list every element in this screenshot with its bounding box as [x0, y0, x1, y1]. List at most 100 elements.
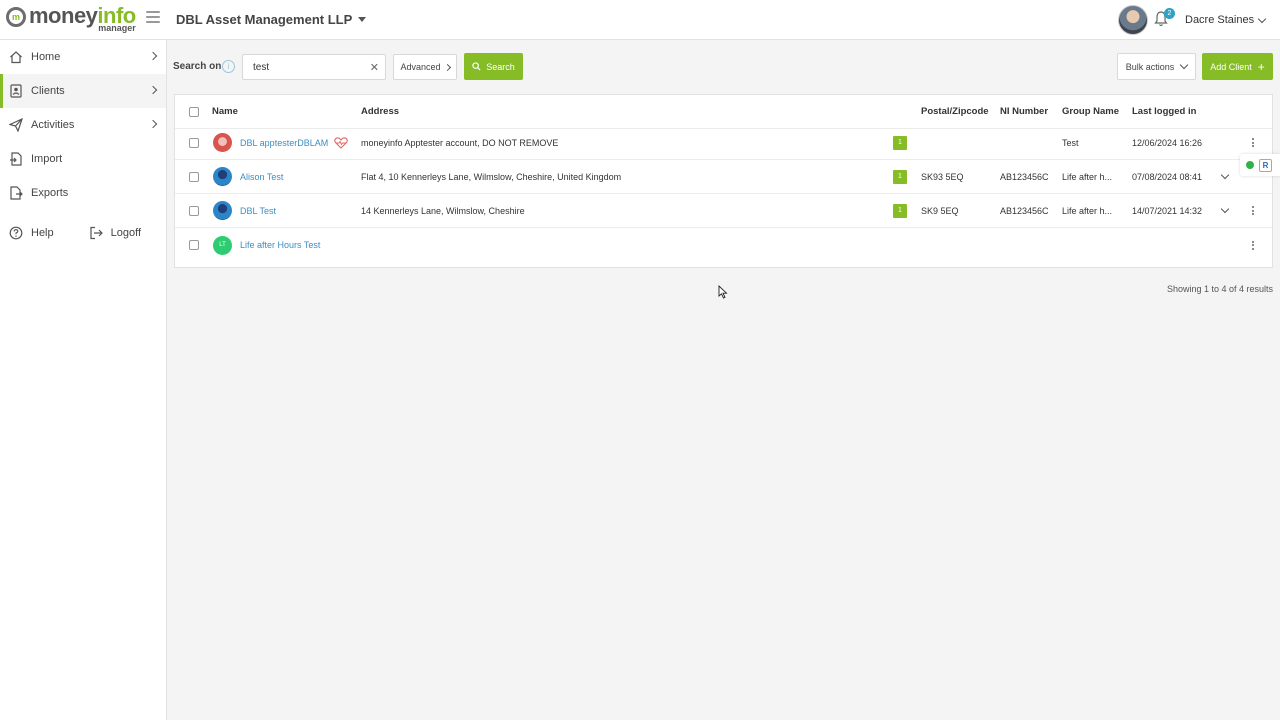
moneyinfo-logo[interactable]: m moneyinfo manager — [6, 5, 136, 35]
client-last-login: 14/07/2021 14:32 — [1132, 205, 1203, 216]
clients-table: Name Address Postal/Zipcode NI Number Gr… — [174, 94, 1273, 268]
client-address: 14 Kennerleys Lane, Wilmslow, Cheshire — [361, 205, 525, 216]
header-address[interactable]: Address — [361, 95, 399, 128]
status-dot-icon — [1246, 161, 1254, 169]
search-input[interactable] — [243, 55, 363, 79]
user-avatar[interactable] — [1118, 5, 1148, 35]
bulk-actions-button[interactable]: Bulk actions — [1117, 53, 1196, 80]
logoff-label: Logoff — [110, 227, 142, 239]
chevron-right-icon — [148, 85, 158, 95]
table-row[interactable]: DBL Test 14 Kennerleys Lane, Wilmslow, C… — [175, 194, 1272, 228]
client-ni-number: AB123456C — [1000, 205, 1049, 216]
logo-text-main: money — [29, 3, 98, 28]
client-initials-avatar: LT — [213, 235, 232, 255]
sidebar-item-exports[interactable]: Exports — [0, 176, 166, 210]
row-checkbox[interactable] — [189, 240, 199, 250]
search-button[interactable]: Search — [464, 53, 523, 80]
row-checkbox[interactable] — [189, 137, 199, 148]
floating-widget[interactable]: R — [1240, 154, 1280, 176]
clear-icon[interactable]: ✕ — [370, 61, 379, 74]
logoff-link[interactable]: Logoff — [80, 216, 141, 250]
row-menu-icon[interactable] — [1252, 206, 1254, 215]
count-badge[interactable]: 1 — [893, 169, 907, 184]
chevron-down-icon — [1180, 60, 1189, 70]
logo-subtitle: manager — [98, 23, 136, 33]
widget-r-icon[interactable]: R — [1259, 158, 1272, 172]
header-last-logged-in[interactable]: Last logged in — [1132, 95, 1196, 128]
search-button-label: Search — [486, 61, 515, 72]
mouse-cursor-icon — [718, 285, 728, 299]
sidebar-item-home[interactable]: Home — [0, 40, 166, 74]
plus-icon: + — [1257, 59, 1265, 74]
table-row[interactable]: LT Life after Hours Test — [175, 228, 1272, 262]
sidebar-item-clients[interactable]: Clients — [0, 74, 166, 108]
client-ni-number: AB123456C — [1000, 171, 1049, 182]
help-link[interactable]: Help — [0, 216, 54, 250]
paper-plane-icon — [8, 117, 24, 133]
results-count: Showing 1 to 4 of 4 results — [1166, 284, 1273, 294]
sidebar-item-import[interactable]: Import — [0, 142, 166, 176]
sidebar-item-label: Import — [31, 153, 63, 165]
bulk-actions-label: Bulk actions — [1125, 61, 1175, 72]
row-menu-icon[interactable] — [1252, 138, 1254, 147]
row-checkbox[interactable] — [189, 171, 199, 182]
search-field: ✕ — [242, 54, 386, 80]
count-badge[interactable]: 1 — [893, 135, 907, 150]
organisation-name: DBL Asset Management LLP — [176, 12, 353, 27]
export-icon — [8, 185, 24, 201]
expand-row-icon[interactable] — [1220, 170, 1230, 180]
header-postcode[interactable]: Postal/Zipcode — [921, 95, 989, 128]
sidebar-item-label: Exports — [31, 187, 69, 199]
table-row[interactable]: Alison Test Flat 4, 10 Kennerleys Lane, … — [175, 160, 1272, 194]
advanced-button[interactable]: Advanced — [393, 54, 457, 80]
client-group: Test — [1062, 137, 1079, 148]
sidebar: Home Clients Activities Import Exports H… — [0, 40, 167, 720]
client-name-link[interactable]: DBL Test — [240, 206, 276, 216]
row-checkbox[interactable] — [189, 205, 199, 216]
advanced-label: Advanced — [400, 62, 441, 72]
heart-pulse-icon — [334, 136, 349, 149]
select-all-checkbox[interactable] — [189, 106, 199, 117]
row-menu-icon[interactable] — [1252, 240, 1254, 250]
client-postcode: SK9 5EQ — [921, 205, 959, 216]
top-bar: m moneyinfo manager DBL Asset Management… — [0, 0, 1280, 40]
add-client-button[interactable]: Add Client + — [1202, 53, 1273, 80]
client-address: moneyinfo Apptester account, DO NOT REMO… — [361, 137, 559, 148]
client-name-link[interactable]: DBL apptesterDBLAM — [240, 138, 328, 148]
count-badge[interactable]: 1 — [893, 203, 907, 218]
user-name: Dacre Staines — [1185, 14, 1255, 26]
client-name-link[interactable]: Life after Hours Test — [240, 240, 320, 250]
chevron-down-icon — [1257, 14, 1267, 23]
table-row[interactable]: DBL apptesterDBLAM moneyinfo Apptester a… — [175, 126, 1272, 160]
client-avatar — [213, 167, 232, 186]
search-icon — [472, 62, 481, 71]
user-menu[interactable]: Dacre Staines — [1185, 14, 1267, 26]
chevron-right-icon — [443, 63, 451, 71]
client-group: Life after h... — [1062, 171, 1113, 182]
sidebar-item-activities[interactable]: Activities — [0, 108, 166, 142]
organisation-selector[interactable]: DBL Asset Management LLP — [176, 12, 367, 27]
expand-row-icon[interactable] — [1220, 204, 1230, 214]
info-icon[interactable]: i — [222, 60, 235, 73]
client-avatar — [213, 133, 232, 152]
menu-toggle-icon[interactable] — [146, 10, 160, 24]
chevron-right-icon — [148, 51, 158, 61]
sidebar-item-label: Home — [31, 51, 61, 63]
table-header-row: Name Address Postal/Zipcode NI Number Gr… — [175, 95, 1272, 129]
clients-icon — [8, 83, 24, 99]
header-group-name[interactable]: Group Name — [1062, 95, 1119, 128]
client-group: Life after h... — [1062, 205, 1113, 216]
sidebar-item-label: Activities — [31, 119, 75, 131]
import-icon — [8, 151, 24, 167]
notification-count-badge: 2 — [1164, 8, 1175, 19]
client-postcode: SK93 5EQ — [921, 171, 964, 182]
header-name[interactable]: Name — [212, 95, 238, 128]
client-last-login: 12/06/2024 16:26 — [1132, 137, 1203, 148]
header-ni-number[interactable]: NI Number — [1000, 95, 1048, 128]
client-name-link[interactable]: Alison Test — [240, 172, 283, 182]
client-last-login: 07/08/2024 08:41 — [1132, 171, 1203, 182]
sidebar-item-label: Clients — [31, 85, 65, 97]
help-icon — [8, 225, 24, 241]
home-icon — [8, 49, 24, 65]
add-client-label: Add Client — [1210, 61, 1252, 72]
